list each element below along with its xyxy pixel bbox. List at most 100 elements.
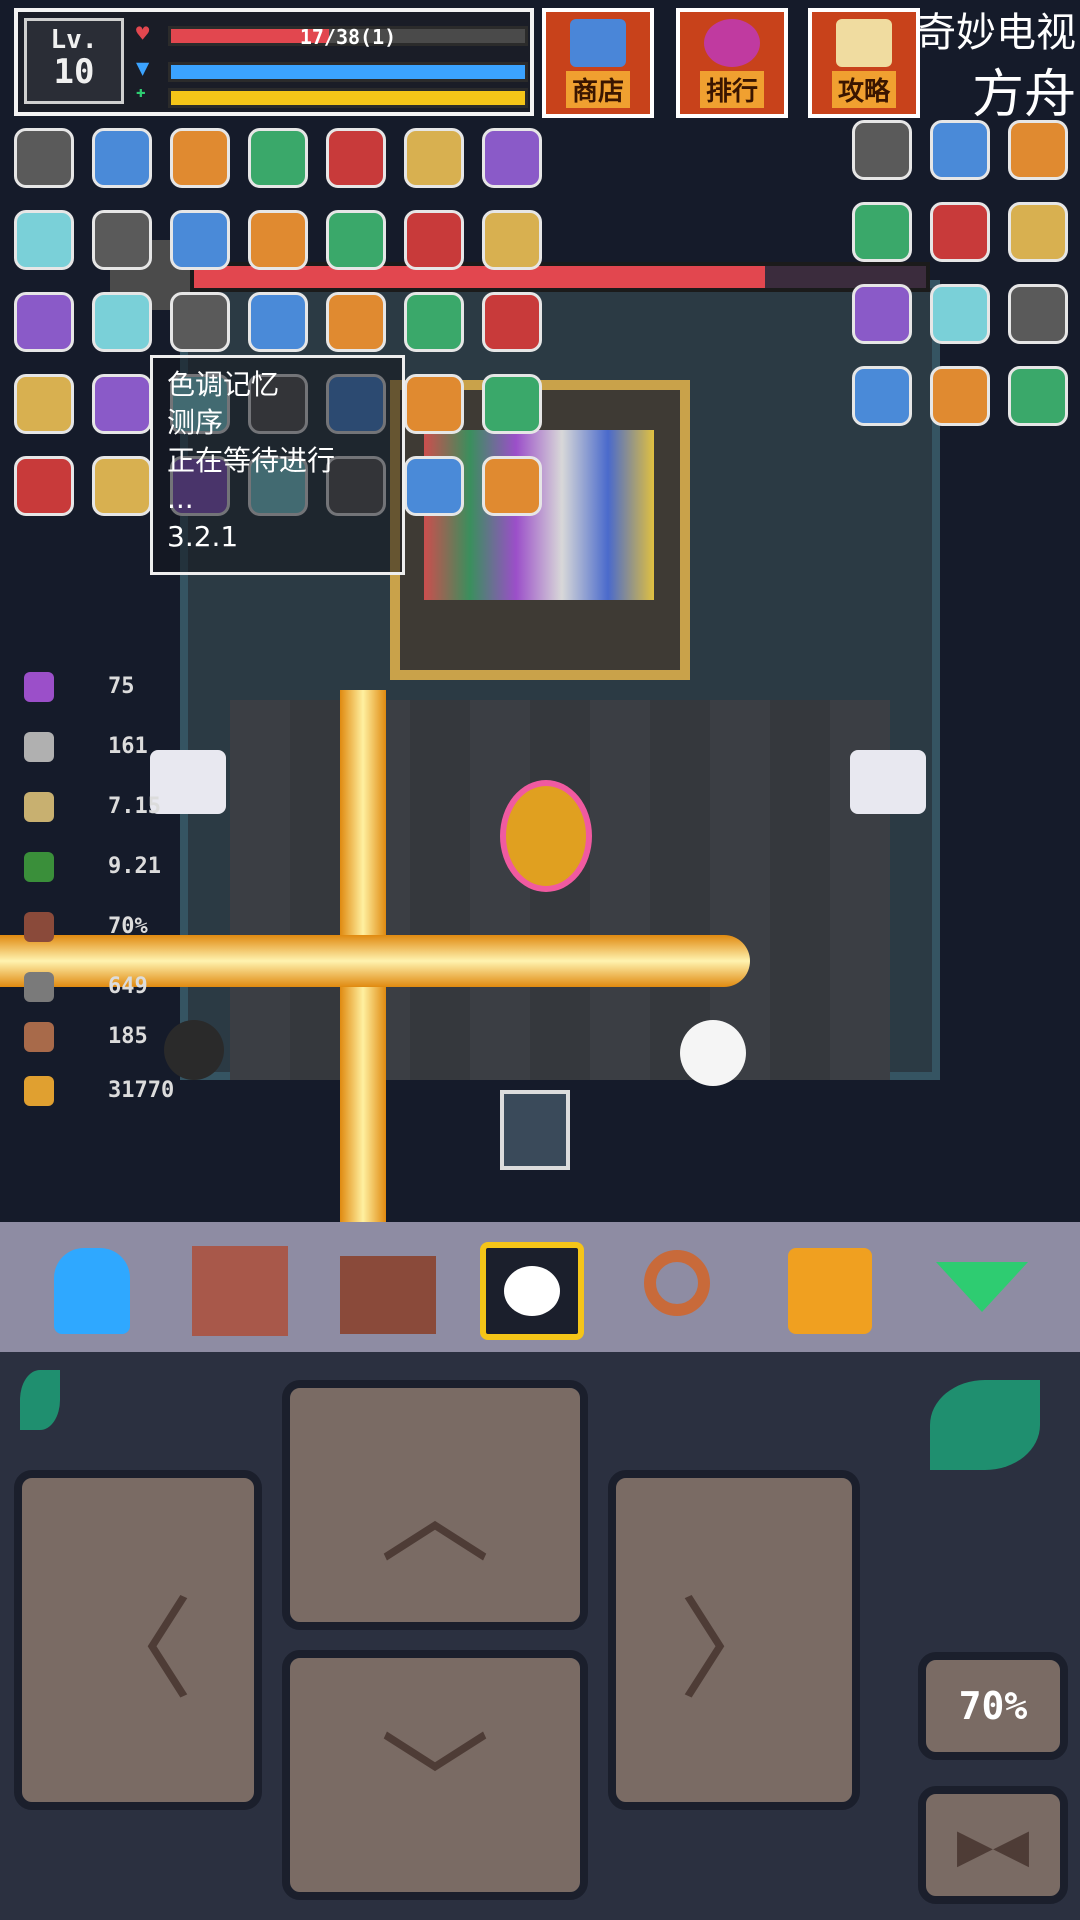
crit-icon xyxy=(24,972,54,1002)
speed-sword-icon xyxy=(24,792,54,822)
trophy-icon xyxy=(704,19,760,67)
item-slot-icon xyxy=(1008,120,1068,180)
heart-icon: ♥ xyxy=(136,22,150,47)
stat-move-speed: 9.21 xyxy=(24,848,224,888)
tv-screen xyxy=(424,430,654,600)
item-slot-icon xyxy=(92,210,152,270)
item-slot-icon xyxy=(404,374,464,434)
character-button[interactable] xyxy=(40,1242,144,1340)
stat-attack-speed: 7.15 xyxy=(24,788,224,828)
cloud-skill-icon xyxy=(504,1266,560,1316)
stat-value: 31770 xyxy=(108,1078,175,1103)
item-slot-icon xyxy=(14,292,74,352)
mana-icon: ▼ xyxy=(136,56,150,81)
item-slot-icon xyxy=(248,210,308,270)
item-slot-icon xyxy=(930,284,990,344)
arrow-right-icon: 〉 xyxy=(679,1586,789,1714)
stat-value: 161 xyxy=(108,734,148,759)
dpad-up-button[interactable]: ︿ xyxy=(282,1380,588,1630)
inventory-button[interactable] xyxy=(336,1242,440,1340)
mana-bar-fill xyxy=(171,65,525,79)
watermark-line1: 奇妙电视 xyxy=(916,10,1076,56)
cloud-skill-button[interactable] xyxy=(480,1242,584,1340)
crossed-swords-icon xyxy=(24,732,54,762)
item-slot-icon xyxy=(326,128,386,188)
item-slot-icon xyxy=(1008,284,1068,344)
hp-text: 17/38(1) xyxy=(299,25,397,49)
locked-door xyxy=(500,1090,570,1170)
stat-coins: 31770 xyxy=(24,1072,224,1112)
speed-label: 70% xyxy=(958,1684,1028,1728)
item-slot-icon xyxy=(930,120,990,180)
dpad-left-button[interactable]: 〈 xyxy=(14,1470,262,1810)
collapse-button[interactable] xyxy=(930,1242,1034,1340)
xp-icon: ✚ xyxy=(136,82,146,101)
item-slot-icon xyxy=(170,128,230,188)
stat-gems: 75 xyxy=(24,668,224,708)
action-toolbar xyxy=(0,1222,1080,1352)
speed-toggle-button[interactable]: 70% xyxy=(918,1652,1068,1760)
item-slot-icon xyxy=(248,128,308,188)
arrow-down-icon: ﹀ xyxy=(380,1721,490,1849)
item-slot-icon xyxy=(404,456,464,516)
item-slot-icon xyxy=(14,374,74,434)
item-slot-icon xyxy=(170,210,230,270)
xp-bar xyxy=(168,88,528,108)
vine-decoration-left xyxy=(20,1370,60,1430)
item-slot-icon xyxy=(404,210,464,270)
spellbook-button[interactable] xyxy=(188,1242,292,1340)
arrow-up-icon: ︿ xyxy=(380,1451,490,1579)
item-slot-icon xyxy=(92,456,152,516)
stat-value: 9.21 xyxy=(108,854,161,879)
inventory-bag-icon xyxy=(340,1256,436,1334)
gem-icon xyxy=(24,672,54,702)
search-button[interactable] xyxy=(630,1242,734,1340)
stat-value: 649 xyxy=(108,974,148,999)
item-slot-icon xyxy=(852,366,912,426)
search-icon xyxy=(644,1250,710,1316)
event-tooltip: 色调记忆 测序 正在等待进行 ... 3.2.1 xyxy=(150,355,405,575)
boot-icon xyxy=(24,852,54,882)
stat-defense: 70% xyxy=(24,908,224,948)
collapse-arrow-icon xyxy=(936,1262,1028,1312)
ranking-button[interactable]: 排行 xyxy=(676,8,788,118)
key-icon xyxy=(24,1022,54,1052)
item-slot-icon xyxy=(930,202,990,262)
tooltip-line5: 3.2.1 xyxy=(167,520,239,553)
item-slot-icon xyxy=(92,374,152,434)
item-slot-icon xyxy=(930,366,990,426)
tooltip-line1: 色调记忆 xyxy=(167,368,280,401)
dpad-right-button[interactable]: 〉 xyxy=(608,1470,860,1810)
player-status-panel: Lv. 10 ♥ ▼ ✚ 17/38(1) xyxy=(14,8,534,116)
shop-button[interactable]: 商店 xyxy=(542,8,654,118)
item-slot-icon xyxy=(14,210,74,270)
character-icon xyxy=(54,1248,130,1334)
stat-keys: 185 xyxy=(24,1018,224,1058)
scroll-icon xyxy=(836,19,892,67)
guide-button-label: 攻略 xyxy=(831,71,896,108)
stat-value: 70% xyxy=(108,914,148,939)
shield-icon xyxy=(24,912,54,942)
item-slot-icon xyxy=(14,128,74,188)
ghost-enemy-right xyxy=(850,750,926,814)
watermark-line2: 方舟 xyxy=(971,65,1076,125)
item-slot-icon xyxy=(482,456,542,516)
item-slot-icon xyxy=(248,292,308,352)
item-slot-icon xyxy=(482,374,542,434)
pause-button[interactable] xyxy=(778,1242,882,1340)
guide-button[interactable]: 攻略 xyxy=(808,8,920,118)
level-value: 10 xyxy=(53,52,95,92)
mana-bar xyxy=(168,62,528,82)
stat-value: 75 xyxy=(108,674,135,699)
item-slot-icon xyxy=(404,128,464,188)
coin-icon xyxy=(24,1076,54,1106)
item-slot-icon xyxy=(482,210,542,270)
item-slot-icon xyxy=(404,292,464,352)
flip-button[interactable]: ▶◀ xyxy=(918,1786,1068,1904)
flip-icon: ▶◀ xyxy=(956,1810,1030,1880)
item-slot-icon xyxy=(1008,366,1068,426)
shopping-bag-icon xyxy=(570,19,626,67)
item-slot-icon xyxy=(326,210,386,270)
dpad-down-button[interactable]: ﹀ xyxy=(282,1650,588,1900)
xp-bar-fill xyxy=(171,91,525,105)
